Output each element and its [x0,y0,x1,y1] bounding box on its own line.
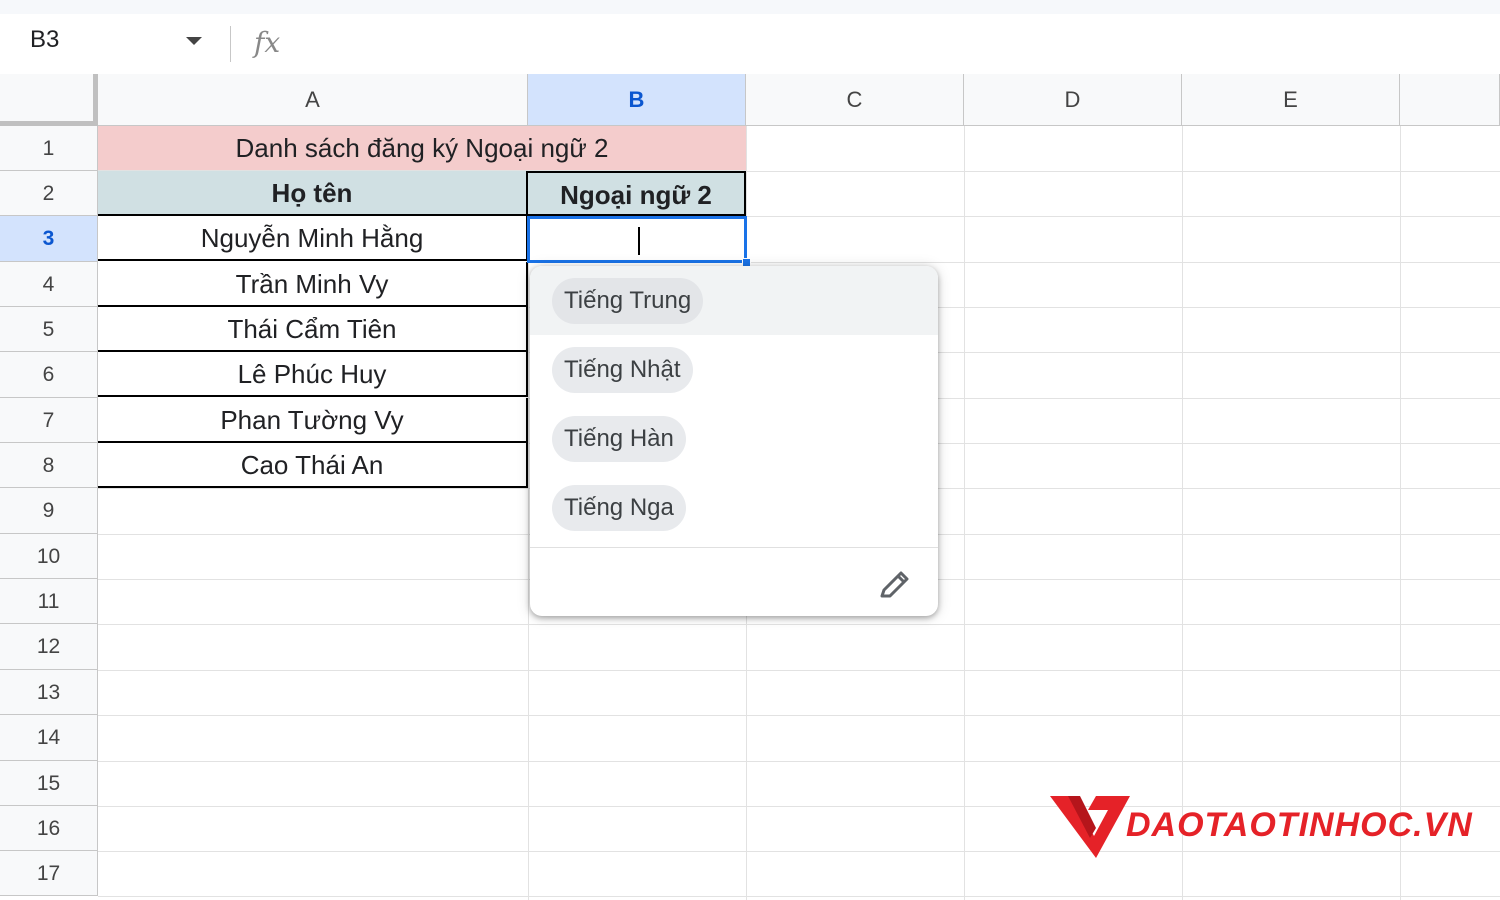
column-header-b[interactable]: B [528,74,746,126]
row-header-8[interactable]: 8 [0,443,98,488]
dropdown-option[interactable]: Tiếng Hàn [530,404,938,473]
row-header-6[interactable]: 6 [0,352,98,398]
pencil-icon[interactable] [874,566,914,606]
text-caret [638,227,640,255]
option-chip: Tiếng Nhật [552,347,693,393]
grid-line [98,715,1500,716]
name-cell[interactable]: Phan Tường Vy [98,398,528,443]
formula-bar: B3 fx [0,0,1500,75]
name-box[interactable]: B3 [30,26,59,54]
option-chip: Tiếng Nga [552,485,686,531]
row-header-17[interactable]: 17 [0,851,98,896]
brand-logo-text: DAOTAOTINHOC.VN [1126,806,1473,844]
header-cell-name[interactable]: Họ tên [98,171,528,216]
grid-line [98,624,1500,625]
header-cell-language[interactable]: Ngoại ngữ 2 [528,171,746,216]
name-cell[interactable]: Lê Phúc Huy [98,352,528,397]
row-header-11[interactable]: 11 [0,579,98,624]
grid-line [98,896,1500,897]
row-header-3[interactable]: 3 [0,216,98,262]
row-header-1[interactable]: 1 [0,126,98,171]
dropdown-option[interactable]: Tiếng Trung [530,266,938,335]
name-cell[interactable]: Trần Minh Vy [98,262,528,307]
name-cell[interactable]: Cao Thái An [98,443,528,488]
row-header-15[interactable]: 15 [0,761,98,806]
option-chip: Tiếng Trung [552,278,704,324]
row-header-4[interactable]: 4 [0,262,98,307]
dropdown-option[interactable]: Tiếng Nhật [530,335,938,404]
option-chip: Tiếng Hàn [552,416,686,462]
row-header-10[interactable]: 10 [0,534,98,579]
title-cell[interactable]: Danh sách đăng ký Ngoại ngữ 2 [98,126,746,171]
row-header-2[interactable]: 2 [0,171,98,216]
row-header-7[interactable]: 7 [0,398,98,443]
row-header-5[interactable]: 5 [0,307,98,352]
dropdown-option[interactable]: Tiếng Nga [530,473,938,542]
row-header-14[interactable]: 14 [0,715,98,761]
grid-line [1182,126,1183,900]
row-header-9[interactable]: 9 [0,488,98,534]
dropdown-menu: Tiếng Trung Tiếng Nhật Tiếng Hàn Tiếng N… [530,266,938,616]
grid-line [98,670,1500,671]
column-header-e[interactable]: E [1182,74,1400,126]
row-header-13[interactable]: 13 [0,670,98,715]
formula-bar-divider [230,26,231,62]
column-header-d[interactable]: D [964,74,1182,126]
active-cell-editor[interactable] [527,216,747,263]
fx-icon: fx [254,26,281,59]
grid-line [98,761,1500,762]
name-cell[interactable]: Nguyễn Minh Hằng [98,216,528,261]
column-header-f[interactable] [1400,74,1500,126]
row-header-16[interactable]: 16 [0,806,98,851]
select-all-corner[interactable] [0,74,98,126]
grid-line [964,126,965,900]
grid-line [1400,126,1401,900]
row-header-12[interactable]: 12 [0,624,98,670]
column-header-c[interactable]: C [746,74,964,126]
name-box-dropdown-icon[interactable] [186,37,202,45]
toolbar-strip [0,0,1500,14]
column-header-a[interactable]: A [98,74,528,126]
name-cell[interactable]: Thái Cẩm Tiên [98,307,528,352]
dropdown-divider [530,547,938,548]
